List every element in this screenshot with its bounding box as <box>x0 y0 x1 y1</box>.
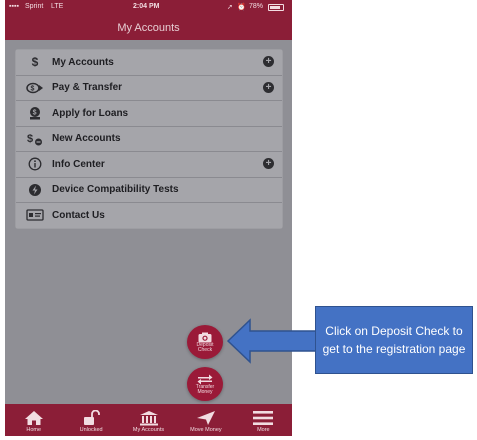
home-icon <box>24 409 44 427</box>
tab-label: Unlocked <box>79 427 103 433</box>
tab-label: More <box>257 427 270 433</box>
alarm-icon: ⏰ <box>237 4 246 11</box>
svg-text:$: $ <box>31 85 35 92</box>
menu-item-label: Pay & Transfer <box>52 82 123 94</box>
svg-text:$: $ <box>27 133 33 145</box>
menu-icon <box>252 409 274 427</box>
camera-icon <box>198 332 212 342</box>
transfer-arrows-icon <box>197 374 213 384</box>
new-account-icon: $ <box>26 132 44 146</box>
location-icon: ➚ <box>227 4 233 11</box>
menu-item-label: My Accounts <box>52 56 114 68</box>
menu-item-label: Apply for Loans <box>52 107 129 119</box>
pay-transfer-icon: $ <box>26 81 44 95</box>
tab-label: Home <box>26 427 42 433</box>
menu-item-device-tests[interactable]: Device Compatibility Tests <box>16 177 282 203</box>
menu-item-contact-us[interactable]: Contact Us <box>16 203 282 228</box>
carrier: Sprint <box>25 3 44 10</box>
tab-more[interactable]: More <box>235 404 292 436</box>
dollar-icon: $ <box>31 55 39 70</box>
transfer-label-line2: Money <box>197 388 213 395</box>
status-bar: ▪▪▪▪ Sprint LTE 2:04 PM ➚ ⏰ 78% <box>5 0 292 16</box>
send-icon <box>196 409 216 427</box>
battery-percent: 78% <box>249 3 264 10</box>
menu-item-new-accounts[interactable]: $ New Accounts <box>16 126 282 152</box>
menu-item-pay-transfer[interactable]: $ Pay & Transfer + <box>16 75 282 101</box>
menu-item-apply-loans[interactable]: $ Apply for Loans <box>16 101 282 127</box>
menu-item-label: Info Center <box>52 158 105 170</box>
contact-card-icon <box>26 208 44 222</box>
page-title: My Accounts <box>5 16 292 40</box>
tab-label: My Accounts <box>132 427 165 433</box>
svg-text:$: $ <box>33 110 37 117</box>
tab-move-money[interactable]: Move Money <box>177 404 234 436</box>
deposit-label-line2: Check <box>197 346 213 353</box>
callout-arrow-icon <box>226 318 317 364</box>
loan-icon: $ <box>26 106 44 120</box>
tab-unlocked[interactable]: Unlocked <box>62 404 119 436</box>
menu-item-label: Contact Us <box>52 209 105 221</box>
phone-screen: ▪▪▪▪ Sprint LTE 2:04 PM ➚ ⏰ 78% My Accou… <box>5 0 292 436</box>
signal-icon: ▪▪▪▪ <box>9 3 19 10</box>
info-icon <box>26 157 44 171</box>
lightning-icon <box>26 183 44 197</box>
battery-icon <box>268 4 284 11</box>
tab-home[interactable]: Home <box>5 404 62 436</box>
expand-plus-icon[interactable]: + <box>263 81 274 93</box>
expand-plus-icon[interactable]: + <box>263 158 274 169</box>
menu-item-label: New Accounts <box>52 133 121 145</box>
network-type: LTE <box>51 3 64 10</box>
bottom-tab-bar: Home Unlocked My Accounts Move Money Mor… <box>5 404 292 436</box>
menu-item-label: Device Compatibility Tests <box>52 184 179 196</box>
deposit-check-button[interactable]: Deposit Check <box>187 325 223 359</box>
menu-item-my-accounts[interactable]: $ My Accounts + <box>16 50 282 76</box>
tab-my-accounts[interactable]: My Accounts <box>120 404 177 436</box>
unlock-icon <box>81 409 101 427</box>
bank-icon <box>139 409 159 427</box>
instruction-callout: Click on Deposit Check to get to the reg… <box>315 306 473 374</box>
tab-label: Move Money <box>190 427 222 433</box>
transfer-money-button[interactable]: Transfer Money <box>187 367 223 401</box>
menu-item-info-center[interactable]: Info Center + <box>16 152 282 178</box>
status-time: 2:04 PM <box>133 3 160 10</box>
expand-plus-icon[interactable]: + <box>263 56 274 67</box>
main-menu: $ My Accounts + $ Pay & Transfer + $ App… <box>15 49 283 229</box>
